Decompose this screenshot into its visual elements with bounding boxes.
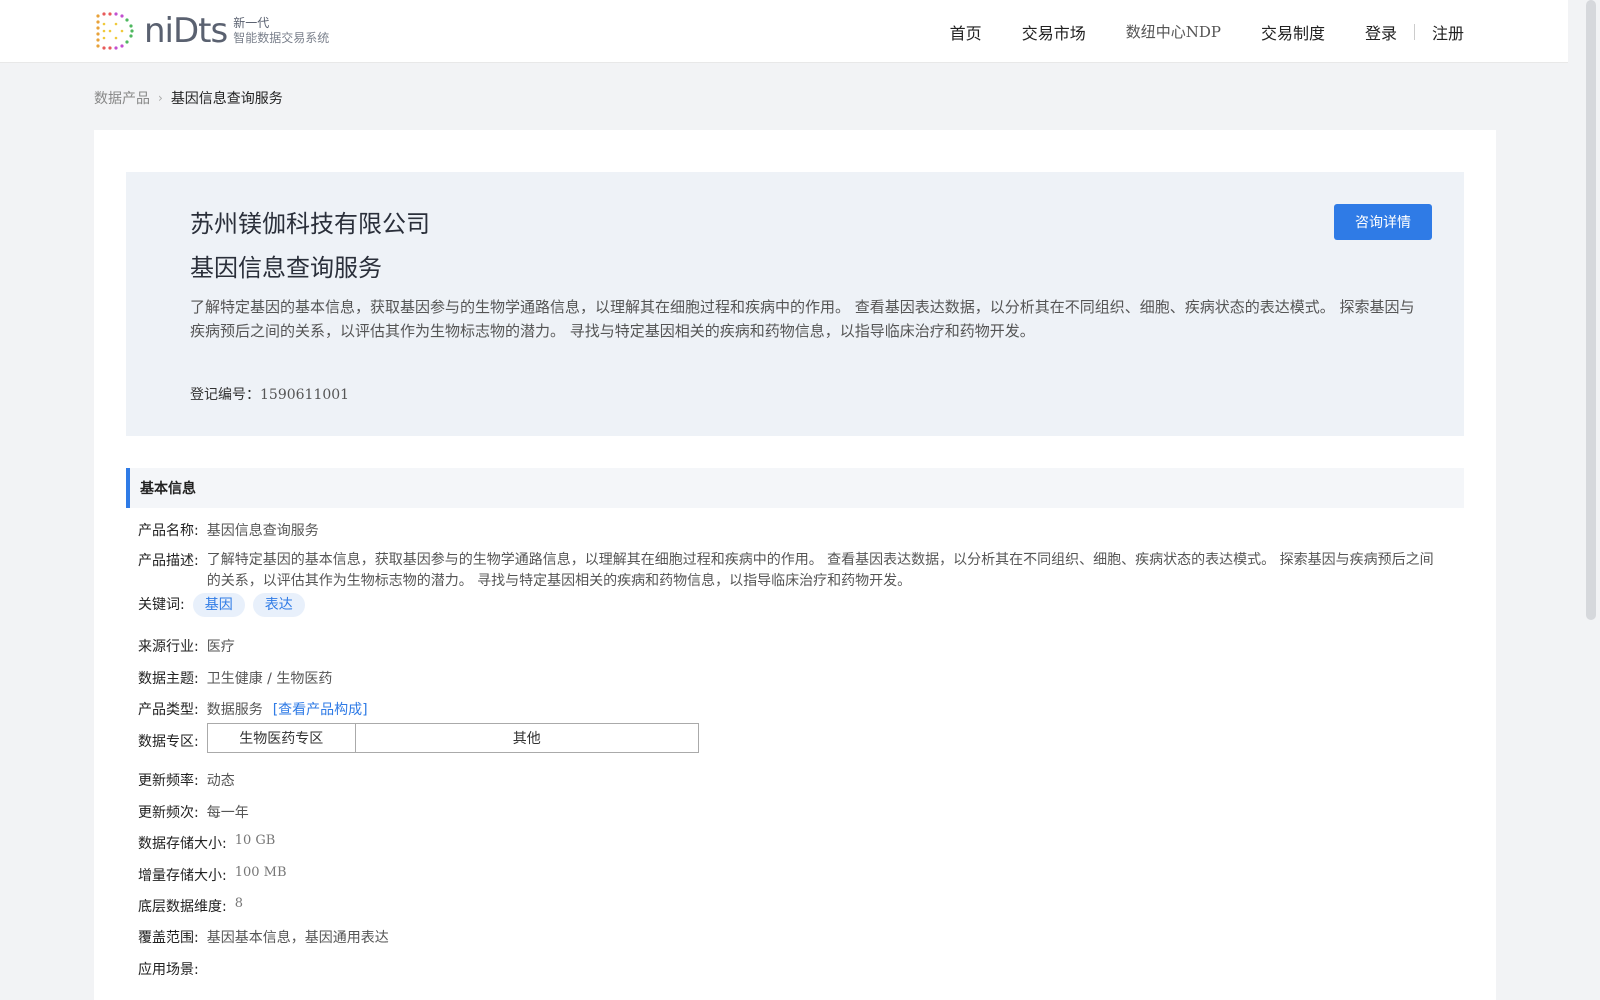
info-row-theme: 数据主题: 卫生健康 / 生物医药 <box>138 668 332 688</box>
product-hero: 苏州镁伽科技有限公司 基因信息查询服务 了解特定基因的基本信息，获取基因参与的生… <box>126 172 1464 436</box>
logo-tag-line2: 智能数据交易系统 <box>233 31 330 45</box>
info-value: 每一年 <box>206 805 249 821</box>
main-nav: 首页 交易市场 数纽中心NDP 交易制度 登录 注册 <box>910 0 1464 63</box>
site-logo[interactable]: niDts 新一代 智能数据交易系统 <box>94 10 329 52</box>
info-row-industry: 来源行业: 医疗 <box>138 636 235 656</box>
info-row-name: 产品名称: 基因信息查询服务 <box>138 520 319 540</box>
info-label: 底层数据维度: <box>138 899 227 915</box>
info-value: 100 MB <box>234 865 287 880</box>
info-value: 基因基本信息，基因通用表达 <box>206 930 389 946</box>
login-link[interactable]: 登录 <box>1365 20 1397 44</box>
product-title: 基因信息查询服务 <box>190 254 382 282</box>
section-title: 基本信息 <box>140 481 196 497</box>
keyword-tag[interactable]: 表达 <box>252 593 305 617</box>
info-label: 来源行业: <box>138 639 199 655</box>
info-label: 产品名称: <box>138 523 199 539</box>
logo-tagline: 新一代 智能数据交易系统 <box>233 16 329 46</box>
logo-wordmark: niDts <box>144 11 228 51</box>
info-value: 数据服务 <box>206 702 263 718</box>
info-value: 医疗 <box>206 639 235 655</box>
info-label: 覆盖范围: <box>138 930 199 946</box>
info-value: 了解特定基因的基本信息，获取基因参与的生物学通路信息，以理解其在细胞过程和疾病中… <box>206 552 1434 589</box>
basic-info-header: 基本信息 <box>126 468 1464 508</box>
zone-cell: 其他 <box>512 731 541 747</box>
keyword-tag[interactable]: 基因 <box>192 593 245 617</box>
data-zone-table: 生物医药专区 其他 <box>206 723 699 753</box>
breadcrumb-data-products[interactable]: 数据产品 <box>94 88 150 108</box>
info-value: 10 GB <box>234 833 276 848</box>
info-row-keywords: 关键词: 基因 表达 <box>138 593 305 617</box>
view-composition-link[interactable]: [查看产品构成] <box>273 699 368 719</box>
info-value: 基因信息查询服务 <box>206 523 319 539</box>
chevron-right-icon: › <box>158 91 163 105</box>
info-row-description: 产品描述: 了解特定基因的基本信息，获取基因参与的生物学通路信息，以理解其在细胞… <box>138 550 1447 592</box>
registration-number: 登记编号：1590611001 <box>190 384 349 404</box>
info-row-increment: 增量存储大小: 100 MB <box>138 865 287 885</box>
info-label: 产品类型: <box>138 702 199 718</box>
register-link[interactable]: 注册 <box>1432 20 1464 44</box>
auth-links: 登录 注册 <box>1365 20 1464 44</box>
nav-market[interactable]: 交易市场 <box>1022 20 1086 44</box>
info-label: 增量存储大小: <box>138 868 227 884</box>
breadcrumb-current: 基因信息查询服务 <box>170 91 283 107</box>
info-label: 数据存储大小: <box>138 836 227 852</box>
consult-details-button[interactable]: 咨询详情 <box>1334 204 1432 240</box>
info-row-times: 更新频次: 每一年 <box>138 802 249 822</box>
info-row-frequency: 更新频率: 动态 <box>138 770 235 790</box>
logo-d-mark-icon <box>96 12 134 50</box>
info-label: 关键词: <box>138 597 185 613</box>
top-header: niDts 新一代 智能数据交易系统 首页 交易市场 数纽中心NDP 交易制度 … <box>0 0 1568 63</box>
company-name: 苏州镁伽科技有限公司 <box>190 210 430 238</box>
info-label: 更新频次: <box>138 805 199 821</box>
nav-ndp-center[interactable]: 数纽中心NDP <box>1126 21 1221 42</box>
info-label: 更新频率: <box>138 773 199 789</box>
scrollbar-thumb[interactable] <box>1586 0 1596 620</box>
logo-tag-line1: 新一代 <box>233 16 270 30</box>
breadcrumb: 数据产品 › 基因信息查询服务 <box>94 88 283 108</box>
registration-label: 登记编号： <box>190 387 260 403</box>
product-detail-panel: 苏州镁伽科技有限公司 基因信息查询服务 了解特定基因的基本信息，获取基因参与的生… <box>94 130 1496 1000</box>
info-label: 产品描述: <box>138 553 199 569</box>
info-row-dimension: 底层数据维度: 8 <box>138 896 243 916</box>
info-value: 8 <box>234 896 243 911</box>
info-row-type: 产品类型: 数据服务 [查看产品构成] <box>138 699 368 719</box>
info-label: 数据主题: <box>138 671 199 687</box>
page-scrollbar[interactable] <box>1568 0 1600 1000</box>
product-summary: 了解特定基因的基本信息，获取基因参与的生物学通路信息，以理解其在细胞过程和疾病中… <box>190 298 1415 340</box>
info-row-scenario: 应用场景: <box>138 959 199 979</box>
info-row-coverage: 覆盖范围: 基因基本信息，基因通用表达 <box>138 927 389 947</box>
info-value: 动态 <box>206 773 235 789</box>
zone-cell: 生物医药专区 <box>208 724 356 752</box>
info-label: 应用场景: <box>138 962 199 978</box>
auth-divider <box>1413 23 1415 40</box>
info-label: 数据专区: <box>138 734 199 750</box>
info-value: 卫生健康 / 生物医药 <box>206 671 333 687</box>
nav-trading-rules[interactable]: 交易制度 <box>1261 20 1325 44</box>
info-row-storage: 数据存储大小: 10 GB <box>138 833 275 853</box>
info-row-zone: 数据专区: 生物医药专区 其他 <box>138 723 699 753</box>
registration-value: 1590611001 <box>260 387 350 403</box>
nav-home[interactable]: 首页 <box>950 20 982 44</box>
